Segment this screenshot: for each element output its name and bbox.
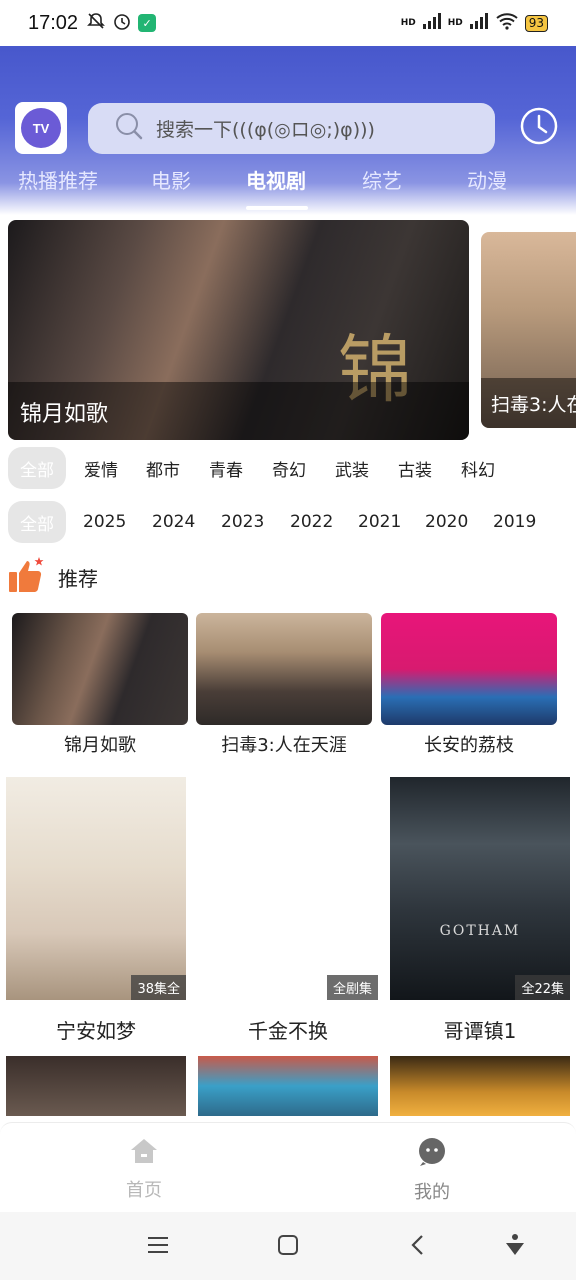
menu-icon — [146, 1235, 170, 1259]
poster-card[interactable] — [198, 1056, 378, 1116]
genre-filter-row: 全部 爱情 都市 青春 奇幻 武装 古装 科幻 — [0, 447, 576, 491]
year-filter-row: 全部 2025 2024 2023 2022 2021 2020 2019 — [0, 501, 576, 545]
recommend-header: 推荐 — [8, 556, 98, 598]
home-button[interactable] — [273, 1232, 303, 1262]
menu-button[interactable] — [143, 1232, 173, 1262]
system-nav-bar — [0, 1212, 576, 1280]
poster-logo-text: GOTHAM — [439, 923, 521, 939]
poster-card[interactable] — [390, 1056, 570, 1116]
poster-title[interactable]: 宁安如梦 — [6, 1015, 186, 1044]
poster-card[interactable] — [6, 1056, 186, 1116]
genre-chip[interactable]: 古装 — [398, 447, 432, 489]
recommend-card-title[interactable]: 锦月如歌 — [12, 731, 188, 757]
home-icon — [129, 1137, 159, 1170]
genre-chip[interactable]: 都市 — [146, 447, 180, 489]
year-chip-all[interactable]: 全部 — [8, 501, 66, 543]
poster-title[interactable]: 哥谭镇1 — [390, 1015, 570, 1044]
episode-badge: 38集全 — [131, 975, 186, 1000]
app-logo[interactable]: TV — [15, 102, 67, 154]
clock-icon — [519, 106, 559, 150]
poster-title[interactable]: 千金不换 — [198, 1015, 378, 1044]
thumbs-up-icon — [8, 556, 46, 598]
year-chip[interactable]: 2023 — [221, 501, 264, 543]
year-chip[interactable]: 2024 — [152, 501, 195, 543]
back-arrow-icon — [408, 1233, 428, 1261]
banner-card-next[interactable]: 扫毒3:人在 — [481, 232, 576, 428]
nav-home[interactable]: 首页 — [94, 1137, 194, 1202]
poster-card[interactable]: 38集全 — [6, 777, 186, 1000]
chat-face-icon — [417, 1137, 447, 1172]
signal-icon — [422, 12, 442, 34]
recommend-card-title[interactable]: 扫毒3:人在天涯 — [196, 731, 372, 757]
tab-movie[interactable]: 电影 — [151, 165, 191, 194]
poster-card[interactable]: 全剧集 — [198, 777, 378, 1000]
recommend-card[interactable] — [196, 613, 372, 725]
tab-underline — [246, 206, 308, 210]
year-chip[interactable]: 2021 — [358, 501, 401, 543]
tv-logo-icon: TV — [21, 108, 61, 148]
alarm-icon — [112, 11, 132, 36]
search-bar[interactable]: 搜索一下(((φ(◎ロ◎;)φ))) — [88, 103, 495, 154]
episode-badge: 全剧集 — [326, 975, 378, 1000]
year-chip[interactable]: 2019 — [493, 501, 536, 543]
battery-icon: 93 — [524, 14, 548, 32]
mute-bell-icon — [86, 11, 106, 36]
bottom-nav: 首页 我的 — [0, 1122, 576, 1212]
recommend-card[interactable] — [12, 613, 188, 725]
banner-title: 锦月如歌 — [8, 382, 469, 440]
shield-icon: ✓ — [138, 14, 157, 32]
assistant-button[interactable] — [500, 1232, 530, 1262]
banner-title-next: 扫毒3:人在 — [481, 378, 576, 428]
recommend-title: 推荐 — [58, 566, 98, 591]
genre-chip-all[interactable]: 全部 — [8, 447, 66, 489]
assistant-icon — [504, 1233, 526, 1261]
tab-hot[interactable]: 热播推荐 — [18, 165, 98, 194]
year-chip[interactable]: 2020 — [425, 501, 468, 543]
status-time: 17:02 — [28, 11, 79, 34]
episode-badge: 全22集 — [515, 975, 570, 1000]
genre-chip[interactable]: 科幻 — [461, 447, 495, 489]
status-bar: 17:02 ✓ HD HD 93 — [0, 0, 576, 46]
recommend-card-title[interactable]: 长安的荔枝 — [381, 731, 557, 757]
search-icon — [114, 111, 144, 146]
nav-me-label: 我的 — [414, 1182, 450, 1203]
year-chip[interactable]: 2025 — [83, 501, 126, 543]
year-chip[interactable]: 2022 — [290, 501, 333, 543]
wifi-icon — [495, 12, 519, 35]
tab-tv[interactable]: 电视剧 — [246, 165, 306, 194]
poster-card[interactable]: GOTHAM 全22集 — [390, 777, 570, 1000]
signal-icon-2 — [469, 12, 489, 34]
genre-chip[interactable]: 奇幻 — [272, 447, 306, 489]
back-button[interactable] — [403, 1232, 433, 1262]
genre-chip[interactable]: 爱情 — [84, 447, 118, 489]
history-button[interactable] — [518, 107, 560, 149]
category-tabs: 热播推荐 电影 电视剧 综艺 动漫 — [0, 165, 576, 209]
nav-home-label: 首页 — [126, 1180, 162, 1201]
tab-variety[interactable]: 综艺 — [362, 165, 402, 194]
search-placeholder: 搜索一下(((φ(◎ロ◎;)φ))) — [156, 119, 375, 141]
tab-anime[interactable]: 动漫 — [467, 165, 507, 194]
hd-label-1: HD — [400, 18, 416, 28]
hd-label-2: HD — [447, 18, 463, 28]
banner-card[interactable]: 锦 锦月如歌 — [8, 220, 469, 440]
square-icon — [276, 1233, 300, 1261]
recommend-card[interactable] — [381, 613, 557, 725]
genre-chip[interactable]: 武装 — [335, 447, 369, 489]
nav-me[interactable]: 我的 — [382, 1137, 482, 1204]
genre-chip[interactable]: 青春 — [209, 447, 243, 489]
